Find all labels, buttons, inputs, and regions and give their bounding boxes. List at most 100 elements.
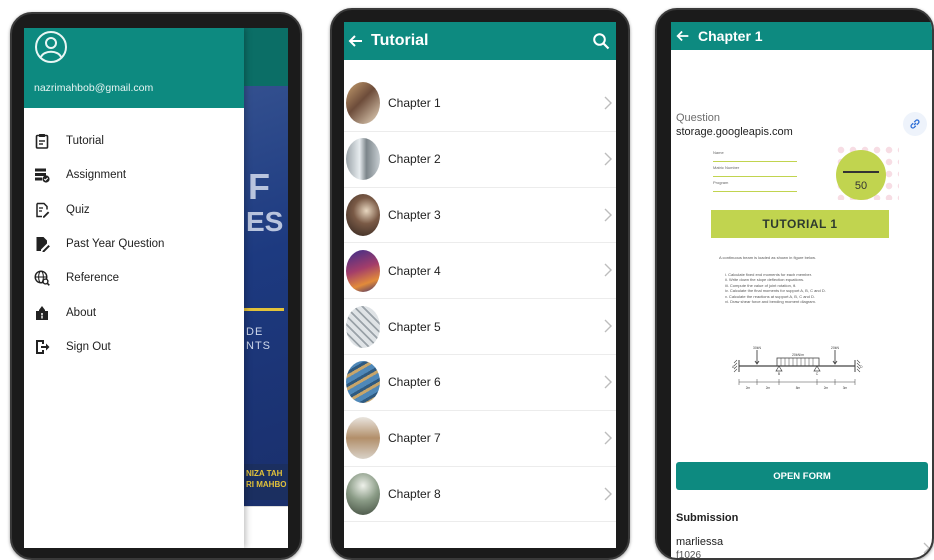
user-email: nazrimahbob@gmail.com — [34, 82, 154, 94]
tutorial-step: vi. Draw shear force and bending moment … — [725, 299, 816, 305]
chevron-right-icon — [604, 431, 612, 445]
menu-item-reference[interactable]: Reference — [24, 261, 244, 295]
poster-author-2: RI MAHBO — [246, 480, 287, 489]
chevron-right-icon — [604, 263, 612, 277]
page-title: Chapter 1 — [698, 28, 763, 44]
menu-label: Quiz — [66, 203, 90, 216]
chapter-thumbnail — [346, 138, 380, 181]
chevron-right-icon — [923, 542, 930, 554]
phone-frame-list: Tutorial Chapter 1 Chapter 2 Chapter 3 C… — [330, 8, 630, 560]
poster-letter: F — [248, 166, 272, 207]
menu-label: Reference — [66, 272, 120, 285]
chapter-thumbnail — [346, 249, 380, 292]
menu-item-quiz[interactable]: Quiz — [24, 193, 244, 227]
menu-item-past-year-question[interactable]: Past Year Question — [24, 227, 244, 261]
menu-label: Past Year Question — [66, 238, 165, 251]
globe-search-icon — [34, 270, 50, 287]
poster-accent-line — [244, 308, 284, 311]
poster-authors: NIZA TAH RI MAHBO — [244, 464, 288, 500]
chapter-row-1[interactable]: Chapter 1 — [344, 76, 616, 132]
open-form-button[interactable]: OPEN FORM — [676, 462, 928, 490]
detail-screen: Chapter 1 Question storage.googleapis.co… — [671, 22, 932, 560]
menu-item-sign-out[interactable]: Sign Out — [24, 330, 244, 364]
drawer-menu: Tutorial Assignment Quiz Past Year Quest… — [24, 124, 244, 364]
link-icon — [910, 119, 920, 129]
chapter-row-2[interactable]: Chapter 2 — [344, 132, 616, 188]
chapter-row-8[interactable]: Chapter 8 — [344, 467, 616, 523]
background-poster — [244, 86, 288, 506]
chapter-list: Chapter 1 Chapter 2 Chapter 3 Chapter 4 — [344, 76, 616, 523]
tutorial-intro: A continuous beam is loaded as shown in … — [719, 255, 816, 260]
chevron-right-icon — [604, 319, 612, 333]
chevron-right-icon — [604, 96, 612, 110]
chevron-right-icon — [604, 487, 612, 501]
background-bottom-bar — [244, 506, 288, 548]
menu-label: Tutorial — [66, 135, 104, 148]
span-dimension: 3m — [843, 386, 848, 390]
page-title: Tutorial — [371, 32, 429, 49]
chapter-thumbnail — [346, 193, 380, 236]
submission-label: Submission — [676, 512, 739, 524]
drawer-header: nazrimahbob@gmail.com — [24, 28, 244, 108]
question-label: Question — [676, 112, 721, 124]
chapter-row-3[interactable]: Chapter 3 — [344, 188, 616, 244]
chevron-right-icon — [604, 152, 612, 166]
chapter-label: Chapter 2 — [388, 152, 441, 167]
chapter-row-5[interactable]: Chapter 5 — [344, 299, 616, 355]
poster-subtitle-1: DE — [246, 326, 264, 338]
upload-info-icon — [36, 305, 48, 320]
app-bar: Chapter 1 — [671, 22, 932, 50]
list-check-icon — [35, 168, 50, 184]
menu-item-tutorial[interactable]: Tutorial — [24, 124, 244, 158]
score-total: 50 — [854, 180, 868, 192]
tutorial-banner: TUTORIAL 1 — [711, 210, 889, 238]
score-badge: 50 — [836, 150, 886, 200]
clipboard-icon — [35, 134, 49, 149]
span-dimension: 2m — [824, 386, 829, 390]
drawer-screen: F ES DE NTS NIZA TAH RI MAHBO nazrimahbo… — [24, 28, 288, 548]
span-dimension: 2m — [746, 386, 751, 390]
beam-load-udl: 20kN/m — [792, 353, 804, 357]
name-field: Name — [713, 150, 797, 162]
beam-load-right: 20kN — [831, 346, 840, 350]
sign-out-icon — [36, 339, 50, 354]
support-b-label: B — [778, 372, 781, 376]
list-screen: Tutorial Chapter 1 Chapter 2 Chapter 3 C… — [344, 22, 616, 548]
submission-code: f1026 — [676, 550, 702, 560]
chapter-thumbnail — [346, 472, 380, 515]
arrow-back-icon[interactable] — [347, 32, 365, 50]
background-appbar — [244, 28, 288, 86]
matric-field: Matric Number — [713, 165, 797, 177]
edit-note-icon — [36, 202, 50, 218]
beam-load-left: 30kN — [753, 346, 762, 350]
phone-frame-detail: Chapter 1 Question storage.googleapis.co… — [655, 8, 934, 560]
chevron-right-icon — [604, 208, 612, 222]
chapter-label: Chapter 3 — [388, 207, 441, 222]
poster-word: ES — [246, 206, 284, 237]
chapter-thumbnail — [346, 305, 380, 348]
chevron-right-icon — [604, 375, 612, 389]
beam-diagram: 30kN 20kN/m 20kN A B C D 2m 2m 8m 2m 3m — [732, 346, 863, 390]
link-button[interactable] — [903, 112, 927, 136]
chapter-row-4[interactable]: Chapter 4 — [344, 243, 616, 300]
submission-user[interactable]: marliessa — [676, 536, 723, 548]
chapter-label: Chapter 8 — [388, 486, 441, 501]
question-value: storage.googleapis.com — [676, 126, 793, 138]
menu-item-about[interactable]: About — [24, 295, 244, 329]
menu-item-assignment[interactable]: Assignment — [24, 158, 244, 192]
support-c-label: C — [816, 372, 819, 376]
poster-author-1: NIZA TAH — [246, 469, 283, 478]
arrow-back-icon[interactable] — [674, 28, 692, 44]
tutorial-steps: i. Calculate fixed end moments for each … — [725, 272, 826, 304]
background-app: F ES DE NTS NIZA TAH RI MAHBO — [244, 28, 288, 548]
chapter-row-7[interactable]: Chapter 7 — [344, 411, 616, 467]
menu-label: About — [66, 306, 97, 319]
chapter-row-6[interactable]: Chapter 6 — [344, 355, 616, 411]
program-field: Program — [713, 180, 797, 192]
search-icon[interactable] — [592, 32, 610, 50]
poster-subtitle-2: NTS — [246, 340, 271, 352]
navigation-drawer: nazrimahbob@gmail.com Tutorial Assignmen… — [24, 28, 244, 548]
span-dimension: 8m — [796, 386, 801, 390]
account-circle-icon — [35, 31, 67, 63]
chapter-label: Chapter 1 — [388, 96, 441, 111]
